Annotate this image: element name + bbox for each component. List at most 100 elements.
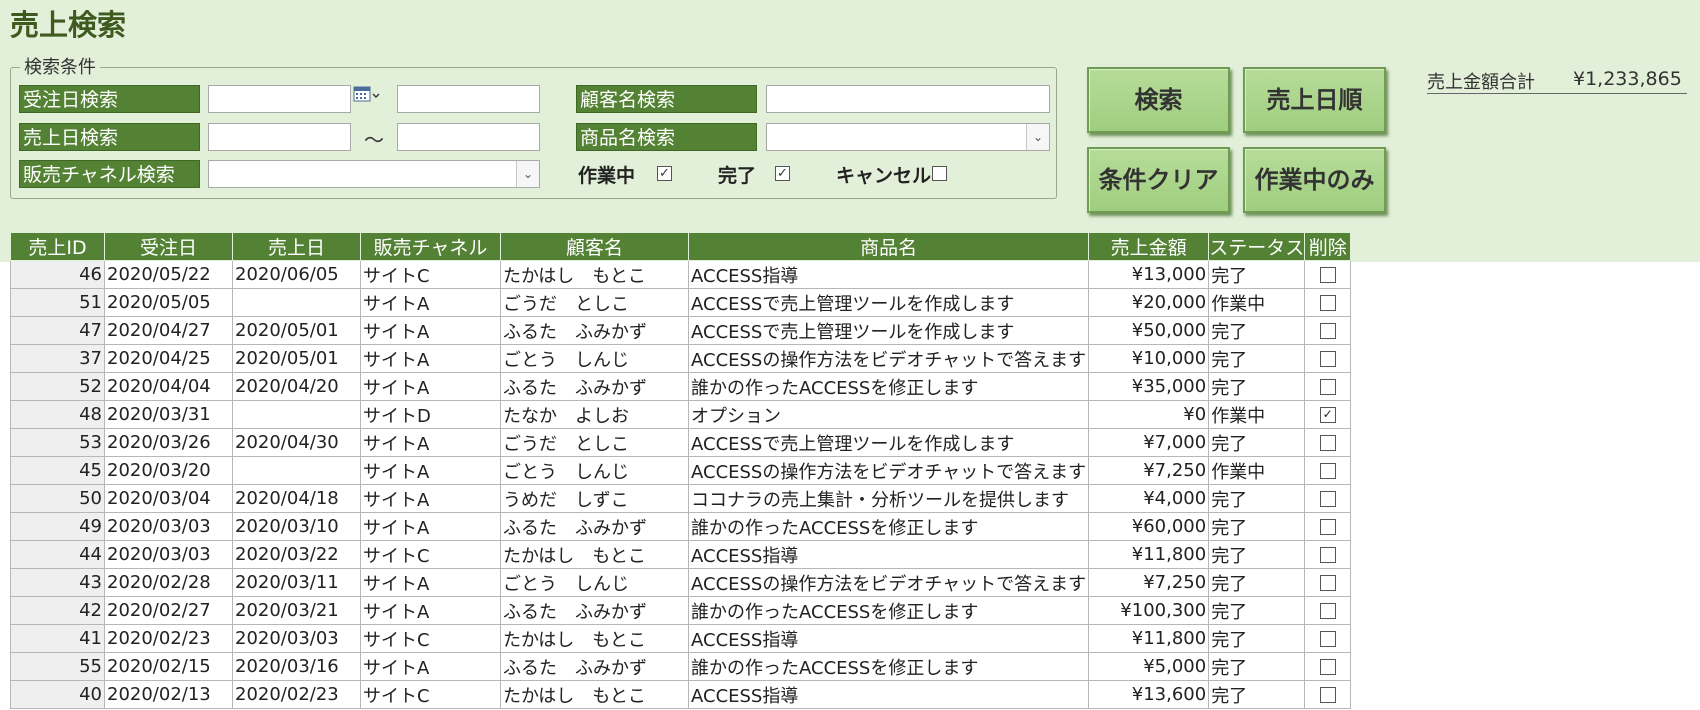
order-date-to-input[interactable] bbox=[397, 85, 540, 113]
cell-id[interactable]: 53 bbox=[10, 428, 105, 457]
in-progress-only-button[interactable]: 作業中のみ bbox=[1243, 147, 1386, 213]
table-row[interactable]: 37 2020/04/25 2020/05/01 サイトA ごとう しんじ ACCESSの… bbox=[10, 344, 1352, 373]
cell-id[interactable]: 46 bbox=[10, 260, 105, 289]
cell-delete[interactable] bbox=[1304, 372, 1352, 401]
cell-delete[interactable] bbox=[1304, 652, 1352, 681]
delete-checkbox[interactable] bbox=[1319, 323, 1336, 339]
column-header-delete[interactable]: 削除 bbox=[1304, 232, 1352, 261]
cell-product[interactable]: 誰かの作ったACCESSを修正します bbox=[687, 652, 1090, 681]
cell-customer[interactable]: ごとう しんじ bbox=[500, 344, 689, 373]
cell-status[interactable]: 完了 bbox=[1208, 652, 1306, 681]
table-row[interactable]: 40 2020/02/13 2020/02/23 サイトC たかはし もとこ ACCESS… bbox=[10, 680, 1352, 709]
cell-id[interactable]: 40 bbox=[10, 680, 105, 709]
cell-product[interactable]: ACCESS指導 bbox=[687, 260, 1090, 289]
cell-amount[interactable]: ¥7,250 bbox=[1088, 456, 1210, 485]
sort-sales-date-button[interactable]: 売上日順 bbox=[1243, 67, 1386, 133]
table-row[interactable]: 45 2020/03/20 サイトA ごとう しんじ ACCESSの操作方法をビデオチャ… bbox=[10, 456, 1352, 485]
status-in-progress-checkbox[interactable]: ✓ bbox=[657, 166, 672, 181]
cell-sales-date[interactable]: 2020/04/30 bbox=[232, 428, 361, 457]
column-header-order-date[interactable]: 受注日 bbox=[104, 232, 233, 261]
cell-sales-date[interactable]: 2020/02/23 bbox=[232, 680, 361, 709]
delete-checkbox[interactable] bbox=[1319, 295, 1336, 311]
cell-sales-date[interactable] bbox=[232, 400, 361, 429]
cell-product[interactable]: ACCESS指導 bbox=[687, 680, 1090, 709]
cell-sales-date[interactable]: 2020/04/20 bbox=[232, 372, 361, 401]
cell-amount[interactable]: ¥50,000 bbox=[1088, 316, 1210, 345]
cell-id[interactable]: 48 bbox=[10, 400, 105, 429]
cell-channel[interactable]: サイトC bbox=[360, 680, 501, 709]
cell-customer[interactable]: ごうだ としこ bbox=[500, 288, 689, 317]
clear-conditions-button[interactable]: 条件クリア bbox=[1087, 147, 1230, 213]
cell-order-date[interactable]: 2020/03/20 bbox=[104, 456, 233, 485]
cell-product[interactable]: 誰かの作ったACCESSを修正します bbox=[687, 372, 1090, 401]
table-row[interactable]: 50 2020/03/04 2020/04/18 サイトA うめだ しずこ ココナラの売上… bbox=[10, 484, 1352, 513]
cell-delete[interactable] bbox=[1304, 596, 1352, 625]
cell-delete[interactable] bbox=[1304, 260, 1352, 289]
search-button[interactable]: 検索 bbox=[1087, 67, 1230, 133]
product-name-select[interactable]: ⌄ bbox=[766, 123, 1050, 151]
table-row[interactable]: 47 2020/04/27 2020/05/01 サイトA ふるた ふみかず ACCESS… bbox=[10, 316, 1352, 345]
cell-sales-date[interactable]: 2020/03/11 bbox=[232, 568, 361, 597]
table-row[interactable]: 55 2020/02/15 2020/03/16 サイトA ふるた ふみかず 誰かの作った… bbox=[10, 652, 1352, 681]
cell-order-date[interactable]: 2020/02/28 bbox=[104, 568, 233, 597]
status-cancel-checkbox[interactable] bbox=[932, 166, 947, 181]
cell-delete[interactable]: ✓ bbox=[1304, 400, 1352, 429]
cell-order-date[interactable]: 2020/02/23 bbox=[104, 624, 233, 653]
cell-amount[interactable]: ¥11,800 bbox=[1088, 624, 1210, 653]
cell-sales-date[interactable]: 2020/03/03 bbox=[232, 624, 361, 653]
cell-status[interactable]: 完了 bbox=[1208, 428, 1306, 457]
cell-amount[interactable]: ¥35,000 bbox=[1088, 372, 1210, 401]
delete-checkbox[interactable] bbox=[1319, 519, 1336, 535]
cell-status[interactable]: 作業中 bbox=[1208, 400, 1306, 429]
cell-amount[interactable]: ¥13,600 bbox=[1088, 680, 1210, 709]
cell-amount[interactable]: ¥4,000 bbox=[1088, 484, 1210, 513]
cell-customer[interactable]: たなか よしお bbox=[500, 400, 689, 429]
cell-sales-date[interactable]: 2020/05/01 bbox=[232, 316, 361, 345]
delete-checkbox[interactable] bbox=[1319, 547, 1336, 563]
cell-channel[interactable]: サイトA bbox=[360, 316, 501, 345]
cell-id[interactable]: 51 bbox=[10, 288, 105, 317]
table-row[interactable]: 46 2020/05/22 2020/06/05 サイトC たかはし もとこ ACCESS… bbox=[10, 260, 1352, 289]
cell-id[interactable]: 50 bbox=[10, 484, 105, 513]
cell-status[interactable]: 完了 bbox=[1208, 540, 1306, 569]
cell-status[interactable]: 完了 bbox=[1208, 596, 1306, 625]
cell-delete[interactable] bbox=[1304, 540, 1352, 569]
cell-order-date[interactable]: 2020/04/25 bbox=[104, 344, 233, 373]
cell-id[interactable]: 49 bbox=[10, 512, 105, 541]
cell-delete[interactable] bbox=[1304, 568, 1352, 597]
cell-product[interactable]: ACCESS指導 bbox=[687, 624, 1090, 653]
cell-product[interactable]: ACCESSの操作方法をビデオチャットで答えます bbox=[687, 568, 1090, 597]
cell-channel[interactable]: サイトA bbox=[360, 456, 501, 485]
cell-channel[interactable]: サイトA bbox=[360, 288, 501, 317]
cell-amount[interactable]: ¥10,000 bbox=[1088, 344, 1210, 373]
column-header-customer[interactable]: 顧客名 bbox=[500, 232, 689, 261]
cell-status[interactable]: 作業中 bbox=[1208, 288, 1306, 317]
cell-id[interactable]: 42 bbox=[10, 596, 105, 625]
cell-status[interactable]: 完了 bbox=[1208, 624, 1306, 653]
cell-order-date[interactable]: 2020/03/03 bbox=[104, 540, 233, 569]
cell-sales-date[interactable]: 2020/05/01 bbox=[232, 344, 361, 373]
cell-customer[interactable]: ふるた ふみかず bbox=[500, 316, 689, 345]
cell-amount[interactable]: ¥60,000 bbox=[1088, 512, 1210, 541]
delete-checkbox[interactable]: ✓ bbox=[1319, 407, 1336, 423]
cell-order-date[interactable]: 2020/05/22 bbox=[104, 260, 233, 289]
cell-sales-date[interactable] bbox=[232, 288, 361, 317]
cell-channel[interactable]: サイトA bbox=[360, 652, 501, 681]
cell-amount[interactable]: ¥11,800 bbox=[1088, 540, 1210, 569]
cell-channel[interactable]: サイトC bbox=[360, 260, 501, 289]
cell-customer[interactable]: たかはし もとこ bbox=[500, 624, 689, 653]
cell-amount[interactable]: ¥0 bbox=[1088, 400, 1210, 429]
order-date-from-input[interactable] bbox=[208, 85, 351, 113]
cell-delete[interactable] bbox=[1304, 456, 1352, 485]
cell-product[interactable]: ACCESSで売上管理ツールを作成します bbox=[687, 316, 1090, 345]
cell-customer[interactable]: ふるた ふみかず bbox=[500, 652, 689, 681]
column-header-product[interactable]: 商品名 bbox=[687, 232, 1090, 261]
cell-channel[interactable]: サイトC bbox=[360, 540, 501, 569]
table-row[interactable]: 43 2020/02/28 2020/03/11 サイトA ごとう しんじ ACCESSの… bbox=[10, 568, 1352, 597]
cell-status[interactable]: 完了 bbox=[1208, 680, 1306, 709]
cell-status[interactable]: 完了 bbox=[1208, 316, 1306, 345]
cell-order-date[interactable]: 2020/04/27 bbox=[104, 316, 233, 345]
cell-order-date[interactable]: 2020/02/13 bbox=[104, 680, 233, 709]
cell-product[interactable]: ACCESSで売上管理ツールを作成します bbox=[687, 288, 1090, 317]
delete-checkbox[interactable] bbox=[1319, 687, 1336, 703]
